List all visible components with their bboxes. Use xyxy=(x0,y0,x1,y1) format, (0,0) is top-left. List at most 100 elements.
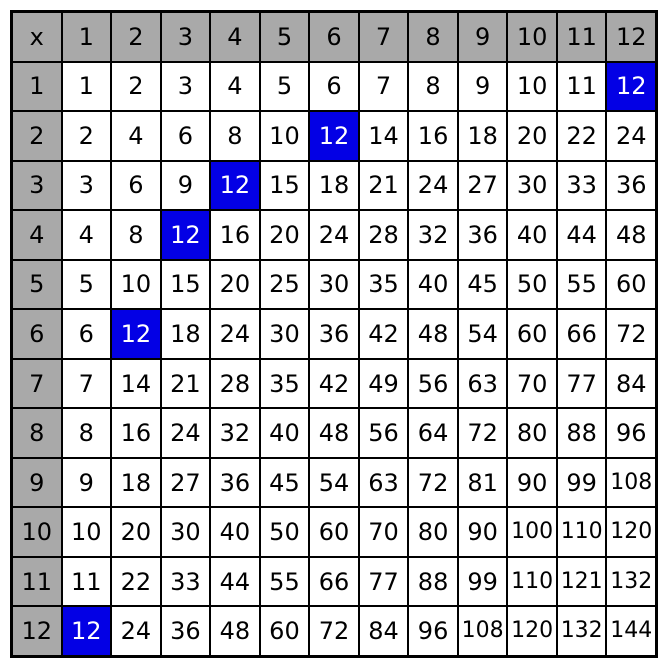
product-cell-r11-c12-value: 132 xyxy=(610,571,652,593)
col-header-2-value: 2 xyxy=(128,25,143,49)
product-cell-r6-c4: 24 xyxy=(210,309,260,359)
product-cell-r1-c3: 3 xyxy=(161,62,211,112)
product-cell-r2-c4-value: 8 xyxy=(227,124,242,148)
product-cell-r5-c5-value: 25 xyxy=(269,272,300,296)
col-header-3-value: 3 xyxy=(178,25,193,49)
product-cell-r12-c6: 72 xyxy=(309,606,359,656)
product-cell-r8-c5-value: 40 xyxy=(269,421,300,445)
product-cell-r7-c3-value: 21 xyxy=(170,372,201,396)
col-header-8: 8 xyxy=(408,12,458,62)
product-cell-r6-c8-value: 48 xyxy=(418,322,449,346)
product-cell-r11-c1: 11 xyxy=(62,557,112,607)
corner-cell-value: x xyxy=(30,25,44,49)
product-cell-r3-c2-value: 6 xyxy=(128,173,143,197)
product-cell-r4-c4-value: 16 xyxy=(220,223,251,247)
product-cell-r1-c2-value: 2 xyxy=(128,74,143,98)
product-cell-r4-c10-value: 40 xyxy=(517,223,548,247)
product-cell-r5-c9-value: 45 xyxy=(467,272,498,296)
row-header-7-value: 7 xyxy=(29,372,44,396)
col-header-3: 3 xyxy=(161,12,211,62)
product-cell-r7-c5: 35 xyxy=(260,359,310,409)
product-cell-r9-c1: 9 xyxy=(62,458,112,508)
row-header-6-value: 6 xyxy=(29,322,44,346)
multiplication-table: x123456789101112112345678910111222468101… xyxy=(10,10,658,658)
product-cell-r3-c5-value: 15 xyxy=(269,173,300,197)
col-header-4: 4 xyxy=(210,12,260,62)
product-cell-r1-c5-value: 5 xyxy=(277,74,292,98)
product-cell-r9-c9-value: 81 xyxy=(467,471,498,495)
product-cell-r8-c11-value: 88 xyxy=(566,421,597,445)
product-cell-r11-c6: 66 xyxy=(309,557,359,607)
product-cell-r12-c2-value: 24 xyxy=(121,619,152,643)
row-header-1-value: 1 xyxy=(29,74,44,98)
product-cell-r2-c10-value: 20 xyxy=(517,124,548,148)
product-cell-r1-c8: 8 xyxy=(408,62,458,112)
product-cell-r10-c8: 80 xyxy=(408,507,458,557)
product-cell-r12-c8: 96 xyxy=(408,606,458,656)
product-cell-r4-c5-value: 20 xyxy=(269,223,300,247)
product-cell-r11-c12: 132 xyxy=(606,557,656,607)
product-cell-r5-c11-value: 55 xyxy=(566,272,597,296)
product-cell-r3-c11: 33 xyxy=(557,161,607,211)
product-cell-r1-c4: 4 xyxy=(210,62,260,112)
col-header-6: 6 xyxy=(309,12,359,62)
product-cell-r8-c10-value: 80 xyxy=(517,421,548,445)
product-cell-r7-c8-value: 56 xyxy=(418,372,449,396)
product-cell-r8-c1-value: 8 xyxy=(79,421,94,445)
product-cell-r6-c9: 54 xyxy=(458,309,508,359)
product-cell-r9-c11-value: 99 xyxy=(566,471,597,495)
product-cell-r11-c4: 44 xyxy=(210,557,260,607)
product-cell-r10-c4: 40 xyxy=(210,507,260,557)
col-header-5: 5 xyxy=(260,12,310,62)
product-cell-r1-c6-value: 6 xyxy=(326,74,341,98)
product-cell-r10-c5: 50 xyxy=(260,507,310,557)
product-cell-r9-c5-value: 45 xyxy=(269,471,300,495)
product-cell-r10-c7: 70 xyxy=(359,507,409,557)
product-cell-r6-c3: 18 xyxy=(161,309,211,359)
product-cell-r8-c6-value: 48 xyxy=(319,421,350,445)
product-cell-r3-c12-value: 36 xyxy=(616,173,647,197)
col-header-7-value: 7 xyxy=(376,25,391,49)
product-cell-r4-c9: 36 xyxy=(458,210,508,260)
product-cell-r2-c2-value: 4 xyxy=(128,124,143,148)
product-cell-r10-c9-value: 90 xyxy=(467,520,498,544)
product-cell-r1-c8-value: 8 xyxy=(425,74,440,98)
product-cell-r1-c10-value: 10 xyxy=(517,74,548,98)
product-cell-r4-c7: 28 xyxy=(359,210,409,260)
product-cell-r12-c3-value: 36 xyxy=(170,619,201,643)
product-cell-r4-c6-value: 24 xyxy=(319,223,350,247)
product-cell-r12-c11: 132 xyxy=(557,606,607,656)
product-cell-r8-c6: 48 xyxy=(309,408,359,458)
product-cell-r2-c12-value: 24 xyxy=(616,124,647,148)
product-cell-r2-c9-value: 18 xyxy=(467,124,498,148)
row-header-6: 6 xyxy=(12,309,62,359)
product-cell-r2-c10: 20 xyxy=(507,111,557,161)
product-cell-r6-c12-value: 72 xyxy=(616,322,647,346)
product-cell-r7-c5-value: 35 xyxy=(269,372,300,396)
col-header-10-value: 10 xyxy=(517,25,548,49)
product-cell-r10-c11: 110 xyxy=(557,507,607,557)
product-cell-r10-c4-value: 40 xyxy=(220,520,251,544)
product-cell-r3-c6-value: 18 xyxy=(319,173,350,197)
product-cell-r12-c9: 108 xyxy=(458,606,508,656)
product-cell-r9-c7: 63 xyxy=(359,458,409,508)
product-cell-r12-c2: 24 xyxy=(111,606,161,656)
product-cell-r11-c2: 22 xyxy=(111,557,161,607)
product-cell-r7-c2: 14 xyxy=(111,359,161,409)
product-cell-r2-c8: 16 xyxy=(408,111,458,161)
product-cell-r10-c10: 100 xyxy=(507,507,557,557)
product-cell-r9-c1-value: 9 xyxy=(79,471,94,495)
product-cell-r10-c5-value: 50 xyxy=(269,520,300,544)
product-cell-r3-c11-value: 33 xyxy=(566,173,597,197)
product-cell-r6-c9-value: 54 xyxy=(467,322,498,346)
row-header-3: 3 xyxy=(12,161,62,211)
row-header-12-value: 12 xyxy=(21,619,52,643)
product-cell-r2-c11-value: 22 xyxy=(566,124,597,148)
product-cell-r11-c6-value: 66 xyxy=(319,570,350,594)
product-cell-r6-c2-value: 12 xyxy=(121,322,152,346)
product-cell-r3-c9: 27 xyxy=(458,161,508,211)
product-cell-r3-c7: 21 xyxy=(359,161,409,211)
product-cell-r10-c8-value: 80 xyxy=(418,520,449,544)
row-header-3-value: 3 xyxy=(29,173,44,197)
product-cell-r9-c12-value: 108 xyxy=(610,472,652,494)
